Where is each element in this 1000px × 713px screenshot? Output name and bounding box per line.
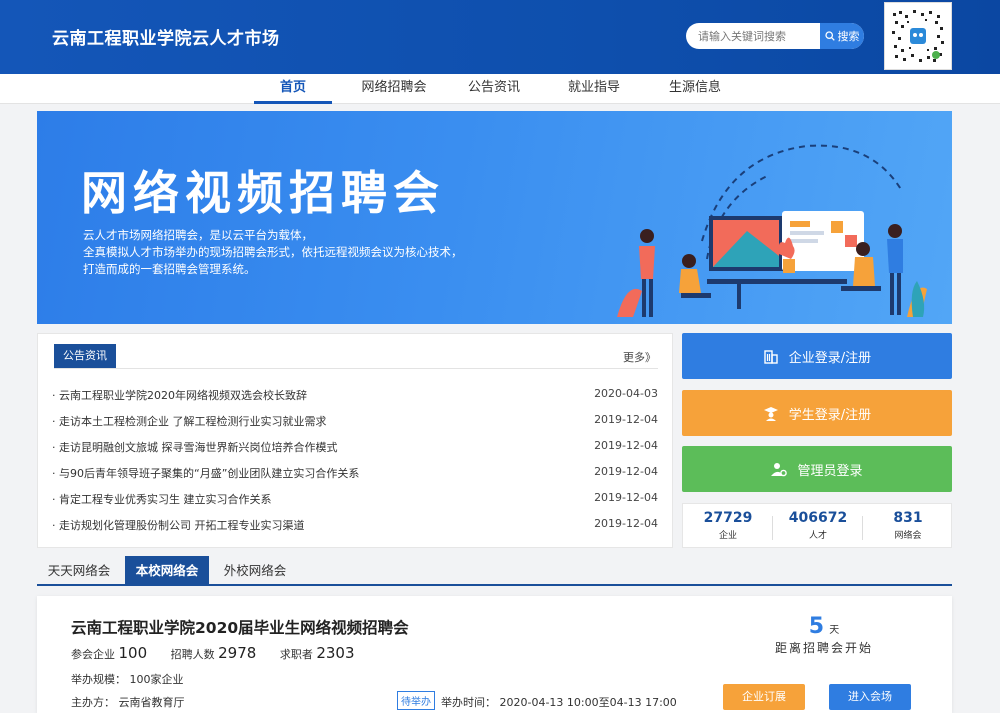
announcement-title[interactable]: · 与90后青年领导班子聚集的“月盛”创业团队建立实习合作关系 [52,465,359,481]
fair-organizer: 主办方： 云南省教育厅 [71,696,185,709]
recruits-label: 招聘人数 [170,648,215,661]
divider [54,368,658,369]
graduate-icon [763,407,778,421]
qr-code-icon [889,7,947,65]
stat-label: 企业 [718,531,737,541]
enterprise-login-label: 企业登录/注册 [788,350,872,366]
countdown-text: 距离招聘会开始 [774,641,873,655]
video-meeting-illustration [617,144,927,317]
tab-daily-fair[interactable]: 天天网络会 [37,556,121,586]
announcement-tab[interactable]: 公告资讯 [54,344,116,368]
stat-label: 网络会 [894,531,922,541]
announcement-title[interactable]: · 走访规划化管理股份制公司 开拓工程专业实习渠道 [52,517,305,533]
stat-value: 406672 [788,510,848,526]
stats-panel: 27729 企业 406672 人才 831 网络会 [682,503,952,548]
admin-login-label: 管理员登录 [797,463,863,479]
stat-value: 831 [893,510,923,526]
site-title[interactable]: 云南工程职业学院云人才市场 [52,24,280,49]
banner-desc-line: 云人才市场网络招聘会，是以云平台为载体， [83,228,313,242]
qr-code [884,2,952,70]
list-item: · 与90后青年领导班子聚集的“月盛”创业团队建立实习合作关系 2019-12-… [52,465,658,485]
seekers-count: 2303 [316,644,355,662]
countdown-value: 5 [808,614,825,639]
announcement-date: 2019-12-04 [594,491,658,504]
hero-banner[interactable]: 网络视频招聘会 云人才市场网络招聘会，是以云平台为载体， 全真模拟人才市场举办的… [37,111,952,324]
enter-venue-button[interactable]: 进入会场 [829,684,911,710]
search-icon [824,31,835,41]
list-item: · 走访规划化管理股份制公司 开拓工程专业实习渠道 2019-12-04 [52,517,658,537]
admin-login-button[interactable]: 管理员登录 [682,446,952,492]
header: 云南工程职业学院云人才市场 搜索 [0,0,1000,74]
nav-home[interactable]: 首页 [254,74,332,104]
announcement-date: 2019-12-04 [594,413,658,426]
fair-title[interactable]: 云南工程职业学院2020届毕业生网络视频招聘会 [71,616,409,638]
search-input[interactable] [686,23,820,49]
more-link[interactable]: 更多》 [623,349,656,365]
announcement-title[interactable]: · 云南工程职业学院2020年网络视频双选会校长致辞 [52,387,307,403]
stat-value: 27729 [703,510,753,526]
tab-external-fair[interactable]: 外校网络会 [213,556,297,586]
list-item: · 走访昆明融创文旅城 探寻雪海世界新兴岗位培养合作模式 2019-12-04 [52,439,658,459]
fair-time: 举办时间： 2020-04-13 10:00至04-13 17:00 [441,696,677,709]
fair-counts: 参会企业 100 招聘人数 2978 求职者 2303 [71,644,375,662]
announcement-date: 2019-12-04 [594,517,658,530]
nav-student-source[interactable]: 生源信息 [659,74,731,104]
announcement-title[interactable]: · 肯定工程专业优秀实习生 建立实习合作关系 [52,491,272,507]
recruits-count: 2978 [218,644,257,662]
announcement-title[interactable]: · 走访昆明融创文旅城 探寻雪海世界新兴岗位培养合作模式 [52,439,338,455]
nav-career-guidance[interactable]: 就业指导 [558,74,630,104]
banner-desc-line: 全真模拟人才市场举办的现场招聘会形式，依托远程视频会议为核心技术， [83,245,463,259]
announcement-date: 2019-12-04 [594,439,658,452]
seekers-label: 求职者 [279,648,313,661]
countdown: 5 天 距离招聘会开始 [761,614,887,656]
search-bar: 搜索 [686,23,864,49]
announcement-title[interactable]: · 走访本土工程检测企业 了解工程检测行业实习就业需求 [52,413,327,429]
fair-card: 云南工程职业学院2020届毕业生网络视频招聘会 参会企业 100 招聘人数 29… [37,596,952,713]
banner-desc-line: 打造而成的一套招聘会管理系统。 [83,262,256,276]
stat-talents: 406672 人才 [773,504,863,549]
stat-online-fairs: 831 网络会 [863,504,953,549]
list-item: · 走访本土工程检测企业 了解工程检测行业实习就业需求 2019-12-04 [52,413,658,433]
nav-announcements[interactable]: 公告资讯 [458,74,530,104]
search-button-label: 搜索 [837,30,860,43]
fair-scale: 举办规模： 100家企业 [71,673,184,686]
banner-title: 网络视频招聘会 [81,166,445,220]
student-login-label: 学生登录/注册 [788,407,872,423]
student-login-button[interactable]: 学生登录/注册 [682,390,952,436]
enterprise-login-button[interactable]: 企业登录/注册 [682,333,952,379]
announcement-date: 2020-04-03 [594,387,658,400]
stat-enterprises: 27729 企业 [683,504,773,549]
announcement-panel: 公告资讯 更多》 · 云南工程职业学院2020年网络视频双选会校长致辞 2020… [37,333,673,548]
fair-tabs: 天天网络会 本校网络会 外校网络会 [37,556,952,586]
tab-campus-fair[interactable]: 本校网络会 [125,556,209,586]
countdown-unit: 天 [829,625,840,636]
stat-label: 人才 [808,531,827,541]
announcement-date: 2019-12-04 [594,465,658,478]
status-badge: 待举办 [397,691,435,710]
main-nav: 首页 网络招聘会 公告资讯 就业指导 生源信息 [0,74,1000,104]
subscribe-button[interactable]: 企业订展 [723,684,805,710]
companies-label: 参会企业 [71,648,115,661]
user-gear-icon [771,463,788,477]
nav-online-fair[interactable]: 网络招聘会 [354,74,434,104]
list-item: · 肯定工程专业优秀实习生 建立实习合作关系 2019-12-04 [52,491,658,511]
search-button[interactable]: 搜索 [820,23,864,49]
list-item: · 云南工程职业学院2020年网络视频双选会校长致辞 2020-04-03 [52,387,658,407]
banner-description: 云人才市场网络招聘会，是以云平台为载体， 全真模拟人才市场举办的现场招聘会形式，… [83,227,463,278]
building-icon [764,350,778,364]
companies-count: 100 [118,644,148,662]
